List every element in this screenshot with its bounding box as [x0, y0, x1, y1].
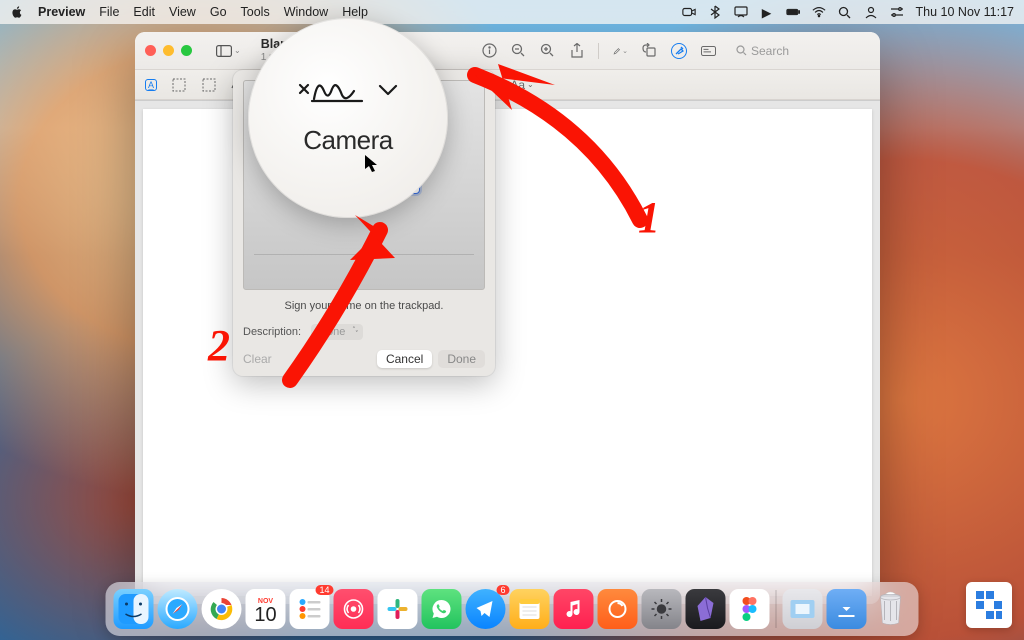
description-label: Description: — [243, 326, 301, 338]
menu-edit[interactable]: Edit — [133, 5, 155, 19]
spotlight-menubar-icon[interactable] — [838, 5, 852, 19]
description-select[interactable]: None — [311, 324, 363, 340]
signature-instruction: Sign your name on the trackpad. — [243, 300, 485, 312]
dock-separator — [776, 590, 777, 628]
dock-downloads[interactable] — [827, 589, 867, 629]
minimize-button[interactable] — [163, 45, 174, 56]
menu-file[interactable]: File — [99, 5, 119, 19]
watermark-logo — [966, 582, 1012, 628]
clear-button[interactable]: Clear — [243, 350, 281, 368]
cursor-icon — [364, 154, 380, 179]
markup-toggle-button[interactable] — [671, 43, 687, 59]
magnifier-overlay: Camera — [248, 18, 448, 218]
dock-reminders[interactable]: 14 — [290, 589, 330, 629]
video-menubar-icon[interactable] — [682, 5, 696, 19]
sidebar-toggle-button[interactable]: ⌄ — [210, 43, 247, 59]
done-button[interactable]: Done — [438, 350, 485, 368]
bluetooth-menubar-icon[interactable] — [708, 5, 722, 19]
search-field[interactable]: Search — [730, 42, 870, 60]
now-playing-icon[interactable]: ▶ — [760, 5, 774, 19]
battery-menubar-icon[interactable] — [786, 5, 800, 19]
apple-menu-icon[interactable] — [10, 5, 24, 19]
dock-music[interactable] — [554, 589, 594, 629]
control-center-icon[interactable] — [890, 5, 904, 19]
info-button[interactable] — [482, 43, 497, 58]
zoom-in-button[interactable] — [540, 43, 555, 58]
dock-safari[interactable] — [158, 589, 198, 629]
menubar: Preview File Edit View Go Tools Window H… — [0, 0, 1024, 24]
cancel-button[interactable]: Cancel — [377, 350, 432, 368]
chevron-down-icon — [378, 83, 398, 97]
screen-mirroring-icon[interactable] — [734, 5, 748, 19]
dock-figma[interactable] — [730, 589, 770, 629]
dock-obsidian[interactable] — [686, 589, 726, 629]
dock-screenshot-folder[interactable] — [783, 589, 823, 629]
menu-view[interactable]: View — [169, 5, 196, 19]
menu-help[interactable]: Help — [342, 5, 368, 19]
signature-baseline — [254, 254, 474, 255]
text-style-tool[interactable]: Aa⌄ — [514, 77, 530, 93]
dock-telegram[interactable]: 6 — [466, 589, 506, 629]
dock-finder[interactable] — [114, 589, 154, 629]
maximize-button[interactable] — [181, 45, 192, 56]
dock-chrome[interactable] — [202, 589, 242, 629]
user-menubar-icon[interactable] — [864, 5, 878, 19]
menu-go[interactable]: Go — [210, 5, 227, 19]
wifi-menubar-icon[interactable] — [812, 5, 826, 19]
dock-overcast[interactable] — [334, 589, 374, 629]
form-fill-button[interactable] — [701, 43, 716, 58]
dock-cleanmymac[interactable] — [598, 589, 638, 629]
camera-tab-label: Camera — [303, 125, 392, 156]
annotation-label-2: 2 — [208, 320, 230, 371]
dock-whatsapp[interactable] — [422, 589, 462, 629]
highlight-button[interactable]: ⌄ — [613, 43, 628, 58]
search-icon — [736, 45, 747, 56]
menubar-datetime[interactable]: Thu 10 Nov 11:17 — [916, 5, 1014, 19]
text-selection-tool[interactable]: A̲ — [145, 79, 157, 91]
signature-glyph-icon — [298, 73, 368, 107]
instant-alpha-tool[interactable] — [201, 77, 217, 93]
window-titlebar: ⌄ Blank PDF 1 page ⌄ Search — [135, 32, 880, 70]
share-button[interactable] — [569, 43, 584, 58]
menu-tools[interactable]: Tools — [241, 5, 270, 19]
zoom-out-button[interactable] — [511, 43, 526, 58]
rotate-button[interactable] — [642, 43, 657, 58]
dock-calendar[interactable]: NOV10 — [246, 589, 286, 629]
annotation-label-1: 1 — [638, 192, 660, 243]
search-placeholder: Search — [751, 44, 789, 58]
menu-window[interactable]: Window — [284, 5, 328, 19]
close-button[interactable] — [145, 45, 156, 56]
dock-slack[interactable] — [378, 589, 418, 629]
dock-settings[interactable] — [642, 589, 682, 629]
rect-selection-tool[interactable] — [171, 77, 187, 93]
dock-notes[interactable] — [510, 589, 550, 629]
window-controls — [145, 45, 192, 56]
app-name[interactable]: Preview — [38, 5, 85, 19]
dock-trash[interactable] — [871, 589, 911, 629]
dock: NOV10 14 6 — [106, 582, 919, 636]
